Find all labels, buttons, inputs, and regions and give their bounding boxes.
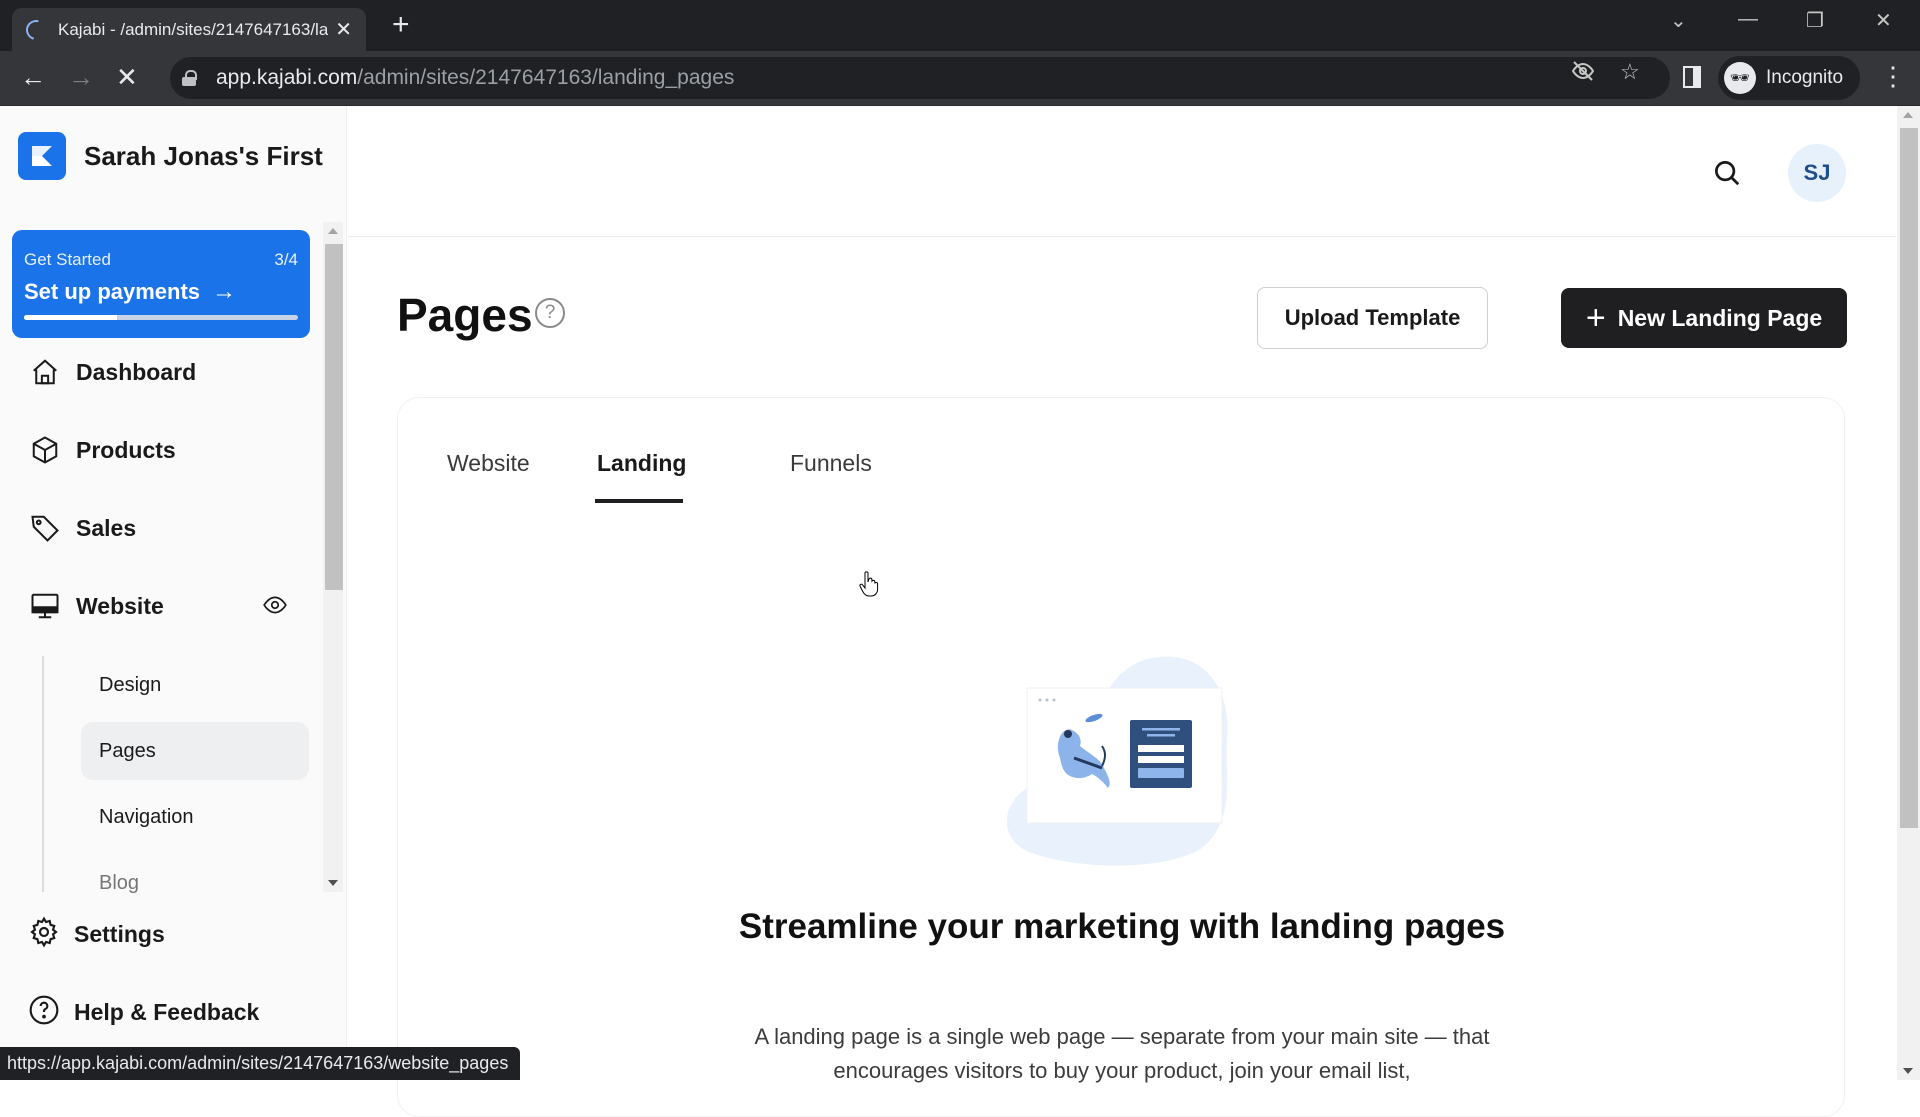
tab-title: Kajabi - /admin/sites/2147647163/landing… — [58, 19, 328, 39]
get-started-step: 3/4 — [274, 250, 298, 269]
page-scroll-down-icon[interactable] — [1903, 1068, 1913, 1074]
search-icon[interactable] — [1712, 158, 1742, 193]
close-tab-icon[interactable]: ✕ — [335, 17, 352, 42]
sidebar-item-label: Website — [76, 592, 164, 619]
sidebar-item-website[interactable]: Website — [28, 586, 164, 626]
new-landing-page-label: New Landing Page — [1617, 304, 1823, 331]
url-host: app.kajabi.com — [216, 66, 358, 89]
sidebar-subitem-design[interactable]: Design — [81, 656, 309, 714]
sidebar-item-label: Help & Feedback — [74, 999, 260, 1025]
back-button[interactable]: ← — [20, 61, 46, 93]
close-window-button[interactable]: ✕ — [1875, 8, 1892, 33]
side-panel-icon[interactable] — [1683, 66, 1701, 88]
tracking-protection-eye-off-icon[interactable] — [1571, 59, 1595, 89]
sidebar-item-help[interactable]: Help & Feedback — [28, 994, 259, 1031]
active-tab-indicator — [595, 499, 683, 503]
incognito-icon: 🕶 — [1724, 62, 1756, 94]
browser-toolbar: ← → ✕ app.kajabi.com/admin/sites/2147647… — [0, 51, 1920, 106]
browser-tab-strip: Kajabi - /admin/sites/2147647163/landing… — [0, 0, 1920, 51]
help-circle-icon — [28, 994, 60, 1031]
new-tab-button[interactable]: + — [392, 10, 410, 40]
sidebar-subitem-navigation[interactable]: Navigation — [81, 788, 309, 846]
incognito-profile-button[interactable]: 🕶 Incognito — [1718, 56, 1860, 100]
sidebar-item-settings[interactable]: Settings — [28, 916, 165, 953]
sidebar: Sarah Jonas's First Get Started 3/4 Set … — [0, 106, 347, 1080]
page-scroll-up-icon[interactable] — [1903, 112, 1913, 118]
sidebar-scroll-thumb[interactable] — [325, 244, 343, 590]
browser-tab[interactable]: Kajabi - /admin/sites/2147647163/landing… — [12, 8, 366, 51]
get-started-label: Get Started — [24, 250, 111, 269]
get-started-card[interactable]: Get Started 3/4 Set up payments → — [12, 230, 310, 338]
minimize-button[interactable]: — — [1738, 8, 1758, 31]
loading-spinner-icon — [22, 15, 50, 44]
upload-template-button[interactable]: Upload Template — [1257, 287, 1488, 349]
sidebar-nav: Dashboard Products Sales Website Design … — [0, 342, 347, 992]
url-path: /admin/sites/2147647163/landing_pages — [357, 66, 735, 89]
hand-pointer-cursor-icon — [859, 571, 879, 602]
empty-state-description: A landing page is a single web page — se… — [754, 1024, 1490, 1083]
address-bar[interactable]: app.kajabi.com/admin/sites/2147647163/la… — [170, 57, 1670, 99]
signup-form-icon — [1130, 720, 1192, 788]
tab-funnels[interactable]: Funnels — [790, 450, 872, 477]
empty-state-title: Streamline your marketing with landing p… — [738, 907, 1506, 946]
scroll-down-arrow-icon[interactable] — [328, 880, 338, 886]
stop-loading-button[interactable]: ✕ — [116, 61, 138, 93]
arrow-right-icon: → — [212, 278, 237, 305]
forward-button[interactable]: → — [68, 61, 94, 93]
new-landing-page-button[interactable]: + New Landing Page — [1561, 288, 1847, 348]
sidebar-item-label: Settings — [74, 921, 165, 947]
main-content: SJ Pages ? Upload Template + New Landing… — [348, 106, 1896, 1117]
sidebar-item-sales[interactable]: Sales — [28, 508, 136, 548]
tab-search-chevron-icon[interactable]: ⌄ — [1670, 8, 1687, 33]
kajabi-logo-icon[interactable] — [18, 132, 66, 180]
landing-page-illustration — [1002, 648, 1242, 868]
scroll-up-arrow-icon[interactable] — [328, 228, 338, 234]
sidebar-scrollbar[interactable] — [323, 222, 343, 892]
incognito-label: Incognito — [1766, 67, 1844, 88]
sidebar-item-label: Sales — [76, 514, 137, 541]
tag-icon — [28, 511, 62, 545]
sidebar-item-dashboard[interactable]: Dashboard — [28, 352, 196, 392]
plus-icon: + — [1585, 299, 1606, 337]
link-status-bubble: https://app.kajabi.com/admin/sites/21476… — [0, 1047, 521, 1080]
progress-fill — [24, 315, 118, 320]
bookmark-star-icon[interactable]: ☆ — [1620, 59, 1640, 85]
home-icon — [28, 355, 62, 389]
submenu-guide-line — [42, 656, 44, 892]
sidebar-item-label: Products — [76, 436, 176, 463]
top-header: SJ — [348, 106, 1896, 237]
pages-card: Website Landing Funnels Streamline your … — [397, 397, 1845, 1117]
tab-website[interactable]: Website — [447, 450, 530, 477]
tab-landing[interactable]: Landing — [597, 450, 686, 477]
box-icon — [28, 433, 62, 467]
monitor-icon — [28, 589, 62, 623]
brand: Sarah Jonas's First — [18, 132, 323, 180]
sidebar-item-label: Dashboard — [76, 358, 197, 385]
site-name[interactable]: Sarah Jonas's First — [84, 141, 323, 172]
user-avatar[interactable]: SJ — [1788, 144, 1846, 202]
sidebar-item-products[interactable]: Products — [28, 430, 176, 470]
gear-icon — [28, 916, 60, 953]
page-scrollbar[interactable] — [1897, 106, 1920, 1080]
browser-menu-icon[interactable]: ⋮ — [1880, 61, 1906, 92]
page-title: Pages — [397, 289, 533, 341]
page-scroll-thumb[interactable] — [1900, 128, 1918, 828]
sidebar-subitem-pages[interactable]: Pages — [81, 722, 309, 780]
lock-icon — [182, 70, 197, 86]
sidebar-subitem-blog[interactable]: Blog — [81, 854, 309, 912]
get-started-progress — [24, 315, 298, 320]
preview-eye-icon[interactable] — [260, 592, 290, 623]
get-started-title: Set up payments — [24, 279, 201, 304]
restore-button[interactable]: ❐ — [1806, 8, 1824, 33]
help-question-icon[interactable]: ? — [535, 298, 565, 328]
